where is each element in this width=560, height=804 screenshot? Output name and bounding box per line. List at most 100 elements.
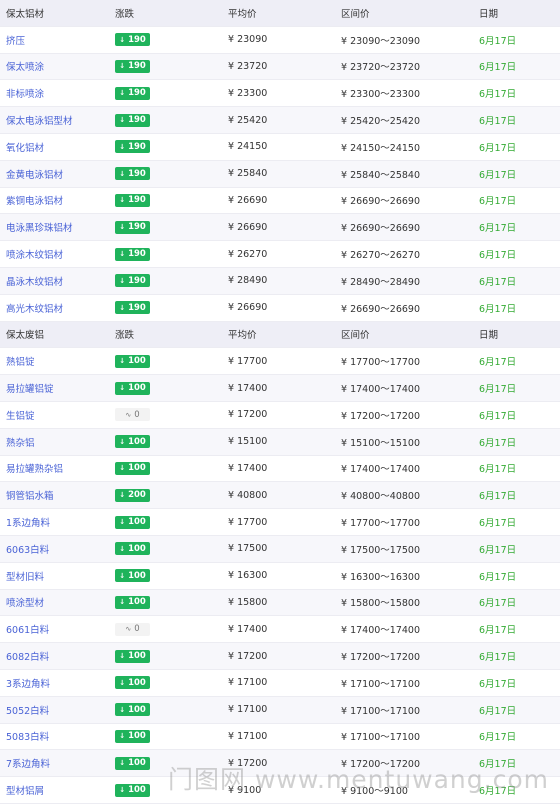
item-name-link[interactable]: 熟铝锭 <box>0 354 115 368</box>
item-name-link[interactable]: 非标喷涂 <box>0 86 115 100</box>
item-name-link[interactable]: 保太电泳铝型材 <box>0 113 115 127</box>
wave-icon: ∿ <box>125 410 132 419</box>
item-name-link[interactable]: 7系边角料 <box>0 756 115 770</box>
change-cell: ↓ 190 <box>115 247 228 261</box>
table-header-row: 保太废铝 涨跌 平均价 区间价 日期 <box>0 321 560 349</box>
arrow-down-icon: ↓ <box>119 759 126 768</box>
item-name-link[interactable]: 易拉罐铝锭 <box>0 381 115 395</box>
change-value: 100 <box>128 436 146 447</box>
change-value: 100 <box>128 785 146 795</box>
change-cell: ↓ 100 <box>115 515 228 529</box>
item-name-link[interactable]: 喷涂型材 <box>0 595 115 609</box>
change-value: 190 <box>128 88 146 99</box>
price-range: ¥ 16300～16300 <box>341 571 421 583</box>
price-range: ¥ 25420～25420 <box>341 116 421 128</box>
item-name-link[interactable]: 喷涂木纹铝材 <box>0 247 115 261</box>
price-range: ¥ 26270～26270 <box>341 250 421 262</box>
change-value: 190 <box>128 168 146 179</box>
change-value: 190 <box>128 249 146 260</box>
date-value: 6月17日 <box>479 142 517 154</box>
average-price: ¥ 17400 <box>228 462 268 474</box>
item-name-link[interactable]: 型材旧料 <box>0 569 115 583</box>
change-value: 190 <box>128 115 146 126</box>
change-badge: ↓ 100 <box>115 729 150 743</box>
item-name-link[interactable]: 电泳黑珍珠铝材 <box>0 220 115 234</box>
table-row: 1系边角料 ↓ 100 ¥ 17700 ¥ 17700～17700 6月17日 <box>0 509 560 536</box>
change-badge: ↓ 200 <box>115 488 150 502</box>
date-value: 6月17日 <box>479 303 517 315</box>
table-row: 氧化铝材 ↓ 190 ¥ 24150 ¥ 24150～24150 6月17日 <box>0 134 560 161</box>
item-name-link[interactable]: 挤压 <box>0 33 115 47</box>
change-value: 100 <box>128 651 146 662</box>
header-category: 保太铝材 <box>6 8 45 20</box>
change-value: 200 <box>128 490 146 501</box>
change-cell: ↓ 100 <box>115 381 228 395</box>
price-range: ¥ 26690～26690 <box>341 223 421 235</box>
average-price: ¥ 17500 <box>228 543 268 555</box>
price-range: ¥ 17500～17500 <box>341 544 421 556</box>
change-value: 190 <box>128 34 146 45</box>
average-price: ¥ 16300 <box>228 570 268 582</box>
date-value: 6月17日 <box>479 250 517 262</box>
table-row: 保太电泳铝型材 ↓ 190 ¥ 25420 ¥ 25420～25420 6月17日 <box>0 107 560 134</box>
change-value: 190 <box>128 302 146 313</box>
average-price: ¥ 40800 <box>228 489 268 501</box>
change-cell: ↓ 190 <box>115 113 228 127</box>
change-badge: ↓ 190 <box>115 86 150 100</box>
arrow-down-icon: ↓ <box>119 89 126 98</box>
item-name-link[interactable]: 氧化铝材 <box>0 140 115 154</box>
wave-icon: ∿ <box>125 625 132 634</box>
table-row: 6063白料 ↓ 100 ¥ 17500 ¥ 17500～17500 6月17日 <box>0 535 560 563</box>
item-name-link[interactable]: 6082白料 <box>0 649 115 663</box>
date-value: 6月17日 <box>479 652 517 664</box>
header-average-price: 平均价 <box>228 330 257 342</box>
date-value: 6月17日 <box>479 169 517 181</box>
item-name-link[interactable]: 型材铝屑 <box>0 783 115 797</box>
change-cell: ↓ 100 <box>115 729 228 743</box>
change-badge: ↓ 100 <box>115 783 150 797</box>
table-row: 铜管铝水箱 ↓ 200 ¥ 40800 ¥ 40800～40800 6月17日 <box>0 482 560 510</box>
price-range: ¥ 17200～17200 <box>341 410 421 422</box>
item-name-link[interactable]: 金黄电泳铝材 <box>0 167 115 181</box>
item-name-link[interactable]: 熟杂铝 <box>0 435 115 449</box>
date-value: 6月17日 <box>479 732 517 744</box>
date-value: 6月17日 <box>479 571 517 583</box>
item-name-link[interactable]: 易拉罐熟杂铝 <box>0 461 115 475</box>
item-name-link[interactable]: 生铝锭 <box>0 408 115 422</box>
arrow-down-icon: ↓ <box>119 652 126 661</box>
average-price: ¥ 28490 <box>228 275 268 287</box>
change-cell: ↓ 190 <box>115 33 228 47</box>
change-cell: ↓ 100 <box>115 676 228 690</box>
item-name-link[interactable]: 6063白料 <box>0 542 115 556</box>
arrow-down-icon: ↓ <box>119 196 126 205</box>
item-name-link[interactable]: 3系边角料 <box>0 676 115 690</box>
item-name-link[interactable]: 高光木纹铝材 <box>0 301 115 315</box>
item-name-link[interactable]: 5083白料 <box>0 729 115 743</box>
table-row: 易拉罐铝锭 ↓ 100 ¥ 17400 ¥ 17400～17400 6月17日 <box>0 375 560 402</box>
arrow-down-icon: ↓ <box>119 491 126 500</box>
average-price: ¥ 17100 <box>228 704 268 716</box>
change-value: 190 <box>128 195 146 206</box>
table-row: 3系边角料 ↓ 100 ¥ 17100 ¥ 17100～17100 6月17日 <box>0 670 560 697</box>
item-name-link[interactable]: 1系边角料 <box>0 515 115 529</box>
change-badge: ↓ 190 <box>115 193 150 207</box>
change-cell: ↓ 190 <box>115 301 228 315</box>
item-name-link[interactable]: 晶泳木纹铝材 <box>0 274 115 288</box>
change-badge: ↓ 190 <box>115 140 150 154</box>
item-name-link[interactable]: 5052白料 <box>0 703 115 717</box>
average-price: ¥ 25420 <box>228 114 268 126</box>
change-badge: ↓ 190 <box>115 220 150 234</box>
item-name-link[interactable]: 6061白料 <box>0 622 115 636</box>
change-value: 100 <box>128 570 146 581</box>
price-range: ¥ 23090～23090 <box>341 35 421 47</box>
arrow-down-icon: ↓ <box>119 705 126 714</box>
item-name-link[interactable]: 保太喷涂 <box>0 59 115 73</box>
change-cell: ↓ 190 <box>115 140 228 154</box>
price-range: ¥ 26690～26690 <box>341 303 421 315</box>
price-range: ¥ 17100～17100 <box>341 705 421 717</box>
change-badge: ↓ 100 <box>115 461 150 475</box>
item-name-link[interactable]: 铜管铝水箱 <box>0 488 115 502</box>
item-name-link[interactable]: 紫铜电泳铝材 <box>0 193 115 207</box>
change-cell: ↓ 100 <box>115 542 228 556</box>
change-value: 100 <box>128 463 146 474</box>
